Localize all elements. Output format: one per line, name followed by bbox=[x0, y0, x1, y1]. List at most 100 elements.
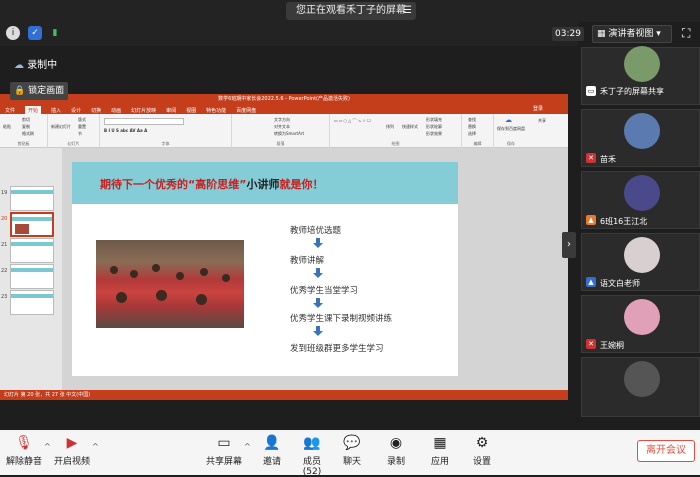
align-text-button[interactable]: 对齐文本 bbox=[274, 124, 290, 130]
quick-styles-button[interactable]: 快速样式 bbox=[402, 124, 418, 130]
section-button[interactable]: 节 bbox=[78, 131, 82, 137]
slide-title-part: 期待下一个优秀的 bbox=[100, 178, 188, 191]
participant-name: 苗禾 bbox=[600, 155, 616, 164]
group-label: 编辑 bbox=[473, 141, 482, 146]
chevron-up-icon[interactable]: ^ bbox=[92, 442, 99, 451]
shape-fill-button[interactable]: 形状填充 bbox=[426, 117, 442, 123]
participant-name: 王婉桐 bbox=[600, 341, 624, 350]
menu-icon[interactable]: ☰ bbox=[403, 2, 412, 20]
avatar bbox=[624, 175, 660, 211]
invite-icon: 👤 bbox=[263, 435, 281, 451]
smartart-button[interactable]: 转换为SmartArt bbox=[274, 131, 304, 137]
participant-tile[interactable] bbox=[581, 357, 700, 417]
copy-button[interactable]: 复制 bbox=[22, 124, 30, 130]
ppt-title-bar: 数学6班期中家长会2022.5.6 - PowerPoint(产品激活失败) bbox=[0, 94, 568, 104]
start-video-button[interactable]: ▶ 开启视频 bbox=[54, 434, 90, 467]
layout-button[interactable]: 版式 bbox=[78, 117, 86, 123]
arrange-button[interactable]: 排列 bbox=[386, 124, 394, 130]
slide-thumbnail[interactable] bbox=[10, 290, 54, 315]
flow-step: 教师讲解 bbox=[290, 256, 325, 266]
mic-muted-icon: ✕ bbox=[586, 339, 596, 349]
presenter-view-button[interactable]: ▦ 演讲者视图 ▾ bbox=[592, 25, 672, 43]
thumb-number: 19 bbox=[1, 190, 8, 196]
shape-outline-button[interactable]: 形状轮廓 bbox=[426, 124, 442, 130]
participant-tile[interactable]: ✕ 苗禾 bbox=[581, 109, 700, 167]
text-direction-button[interactable]: 文字方向 bbox=[274, 117, 290, 123]
thumb-number: 23 bbox=[1, 294, 8, 300]
shield-icon[interactable]: ✓ bbox=[28, 26, 42, 40]
presenter-view-label: 演讲者视图 bbox=[608, 29, 654, 39]
chat-icon: 💬 bbox=[343, 435, 361, 451]
new-slide-button[interactable]: 新建幻灯片 bbox=[51, 124, 71, 130]
slide-thumbnail[interactable] bbox=[10, 238, 54, 263]
flow-step: 优秀学生当堂学习 bbox=[290, 286, 359, 296]
slide-title-part: “高阶思维” bbox=[188, 178, 247, 191]
avatar bbox=[624, 299, 660, 335]
group-label: 字体 bbox=[161, 141, 170, 146]
apps-button[interactable]: ▦ 应用 bbox=[426, 434, 454, 467]
reset-button[interactable]: 重置 bbox=[78, 124, 86, 130]
fullscreen-icon[interactable]: ⛶ bbox=[682, 26, 690, 41]
members-button[interactable]: 👥 成员(52) bbox=[294, 434, 330, 477]
share-screen-button[interactable]: ▭ 共享屏幕 bbox=[206, 434, 242, 467]
chevron-up-icon[interactable]: ^ bbox=[44, 442, 51, 451]
participant-tile[interactable]: ✕ 王婉桐 bbox=[581, 295, 700, 353]
participant-tile[interactable]: ▲ 语文白老师 bbox=[581, 233, 700, 291]
slide-title: 期待下一个优秀的“高阶思维”小讲师就是你！ bbox=[100, 176, 323, 192]
group-label: 保存 bbox=[507, 141, 515, 146]
paste-button[interactable]: 粘贴 bbox=[3, 124, 11, 130]
shape-effects-button[interactable]: 形状效果 bbox=[426, 131, 442, 137]
chat-button[interactable]: 💬 聊天 bbox=[338, 434, 366, 467]
select-button[interactable]: 选择 bbox=[468, 131, 476, 137]
share-screen-icon: ▭ bbox=[217, 435, 231, 451]
video-off-icon: ▶ bbox=[66, 435, 78, 451]
format-painter-button[interactable]: 格式刷 bbox=[22, 131, 34, 137]
chevron-up-icon[interactable]: ^ bbox=[244, 442, 251, 451]
slide-thumbnail-active[interactable] bbox=[10, 212, 54, 237]
record-button[interactable]: ◉ 录制 bbox=[382, 434, 410, 467]
meeting-timer: 03:29 bbox=[552, 27, 584, 41]
participant-name: 禾丁子的屏幕共享 bbox=[600, 87, 664, 96]
info-bar: i ✓ ▮ bbox=[0, 22, 578, 46]
find-button[interactable]: 查找 bbox=[468, 117, 476, 123]
members-icon: 👥 bbox=[303, 435, 321, 451]
flow-step: 优秀学生课下录制视频讲练 bbox=[290, 314, 393, 324]
lock-view-button[interactable]: 🔒 锁定画面 bbox=[10, 82, 68, 100]
share-button[interactable]: 共享 bbox=[538, 118, 546, 124]
info-icon[interactable]: i bbox=[6, 26, 20, 40]
font-select[interactable] bbox=[104, 118, 184, 125]
avatar bbox=[624, 46, 660, 82]
ribbon-group-drawing: ▭ ▱ ○ △ ⌒ ↘ ☆ ☐ 排列 快速样式 形状填充 形状轮廓 形状效果 绘… bbox=[330, 114, 462, 148]
collapse-panel-button[interactable]: › bbox=[562, 232, 576, 258]
mic-muted-icon: ✕ bbox=[586, 153, 596, 163]
ribbon-group-paragraph: 文字方向 对齐文本 转换为SmartArt 段落 bbox=[232, 114, 330, 148]
slide-thumbnail-pane[interactable]: 19 20 21 22 23 bbox=[0, 148, 62, 392]
ppt-login[interactable]: 登录 bbox=[533, 104, 543, 114]
down-arrow-icon bbox=[313, 238, 323, 248]
cut-button[interactable]: 剪切 bbox=[22, 117, 30, 123]
slide-thumbnail[interactable] bbox=[10, 264, 54, 289]
unmute-button[interactable]: 🎙 解除静音 bbox=[6, 434, 42, 467]
screen-share-banner[interactable]: 您正在观看禾丁子的屏幕 ☰ bbox=[286, 2, 416, 20]
thumb-number: 21 bbox=[1, 242, 8, 248]
unmute-label: 解除静音 bbox=[6, 457, 43, 467]
leave-meeting-button[interactable]: 离开会议 bbox=[637, 440, 695, 462]
participant-name: 6班16王江北 bbox=[600, 217, 648, 226]
mic-muted-icon: 🎙 bbox=[15, 435, 33, 451]
participant-tile[interactable]: ▭ 禾丁子的屏幕共享 bbox=[581, 46, 700, 105]
participant-name: 语文白老师 bbox=[600, 279, 640, 288]
font-format-buttons[interactable]: B I U S abc AV Aa A bbox=[104, 128, 147, 133]
meeting-toolbar: 🎙 解除静音 ^ ▶ 开启视频 ^ ▭ 共享屏幕 ^ 👤 邀请 👥 成员(52) 💬 聊天 … bbox=[0, 430, 700, 477]
slide-thumbnail[interactable] bbox=[10, 186, 54, 211]
slide-header-band: 期待下一个优秀的“高阶思维”小讲师就是你！ bbox=[72, 162, 458, 204]
replace-button[interactable]: 替换 bbox=[468, 124, 476, 130]
settings-button[interactable]: ⚙ 设置 bbox=[468, 434, 496, 467]
save-to-baidu-button[interactable]: 保存到百度网盘 bbox=[496, 126, 526, 132]
shape-gallery[interactable]: ▭ ▱ ○ △ ⌒ ↘ ☆ ☐ bbox=[334, 118, 371, 124]
invite-button[interactable]: 👤 邀请 bbox=[258, 434, 286, 467]
group-label: 幻灯片 bbox=[67, 141, 80, 146]
thumb-number: 22 bbox=[1, 268, 8, 274]
ppt-ribbon-tabs: 文件 开始 插入 设计 切换 动画 幻灯片放映 审阅 视图 特色功能 百度网盘 登录 bbox=[0, 104, 568, 116]
participant-tile[interactable]: ▲ 6班16王江北 bbox=[581, 171, 700, 229]
signal-icon[interactable]: ▮ bbox=[48, 26, 62, 40]
